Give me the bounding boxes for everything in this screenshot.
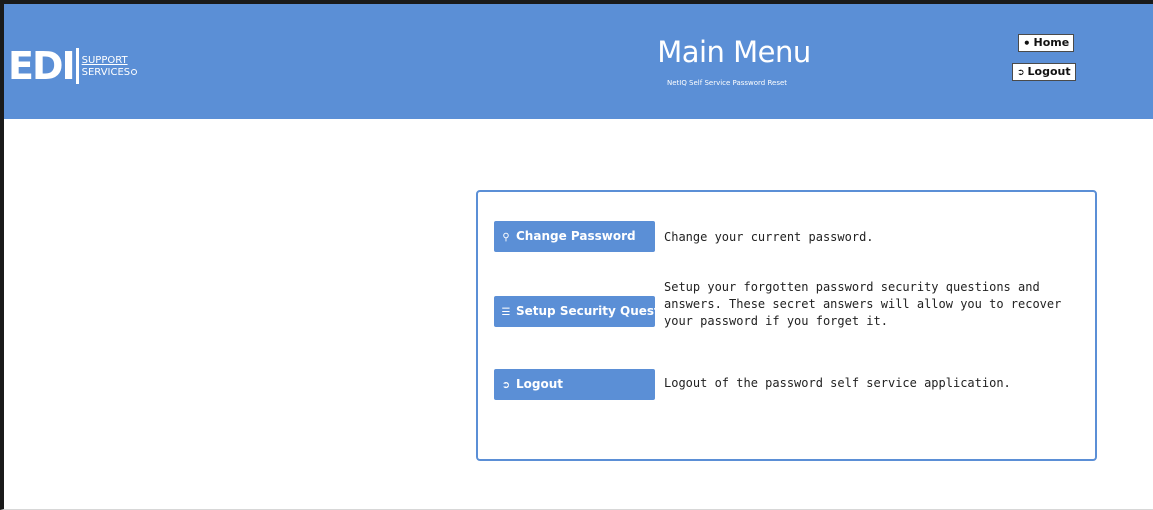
- main-menu-panel: ⚲ Change Password Change your current pas…: [476, 190, 1097, 461]
- logo-dot-icon: [131, 69, 138, 75]
- logo-services-line: SERVICES: [82, 67, 138, 79]
- setup-security-questions-label: Setup Security Questions: [516, 304, 655, 318]
- house-icon: ⚫: [1023, 39, 1031, 49]
- change-password-label: Change Password: [516, 229, 636, 243]
- logo-services-text: SERVICES: [81, 67, 131, 78]
- logo-subtext: SUPPORT SERVICES: [82, 55, 138, 79]
- logo-divider: [75, 48, 79, 84]
- logo-edi-text: EDI: [8, 44, 76, 88]
- home-button-label: Home: [1033, 36, 1070, 49]
- page-subtitle: NetIQ Self Service Password Reset: [666, 79, 788, 87]
- header-logout-button[interactable]: ➲ Logout: [1012, 63, 1076, 81]
- logout-label: Logout: [516, 377, 564, 391]
- setup-security-questions-description: Setup your forgotten password security q…: [664, 280, 1062, 328]
- setup-security-questions-button[interactable]: ☰ Setup Security Questions: [494, 296, 655, 327]
- change-password-button[interactable]: ⚲ Change Password: [494, 221, 655, 252]
- logout-arrow-icon: ➲: [501, 380, 511, 391]
- page-header: EDI SUPPORT SERVICES Main Menu NetIQ Sel…: [4, 4, 1153, 119]
- key-icon: ⚲: [502, 232, 510, 243]
- home-button[interactable]: ⚫ Home: [1018, 34, 1075, 52]
- title-block: Main Menu NetIQ Self Service Password Re…: [604, 34, 864, 87]
- header-logout-label: Logout: [1027, 65, 1071, 78]
- edi-support-services-logo: EDI SUPPORT SERVICES: [8, 41, 138, 91]
- logout-arrow-icon: ➲: [1017, 68, 1025, 78]
- list-icon: ☰: [501, 307, 511, 318]
- logout-button[interactable]: ➲ Logout: [494, 369, 655, 400]
- logo-support-text: SUPPORT: [81, 55, 128, 66]
- change-password-description: Change your current password.: [664, 230, 874, 244]
- logout-description: Logout of the password self service appl…: [664, 376, 1011, 390]
- page-title: Main Menu: [657, 35, 811, 69]
